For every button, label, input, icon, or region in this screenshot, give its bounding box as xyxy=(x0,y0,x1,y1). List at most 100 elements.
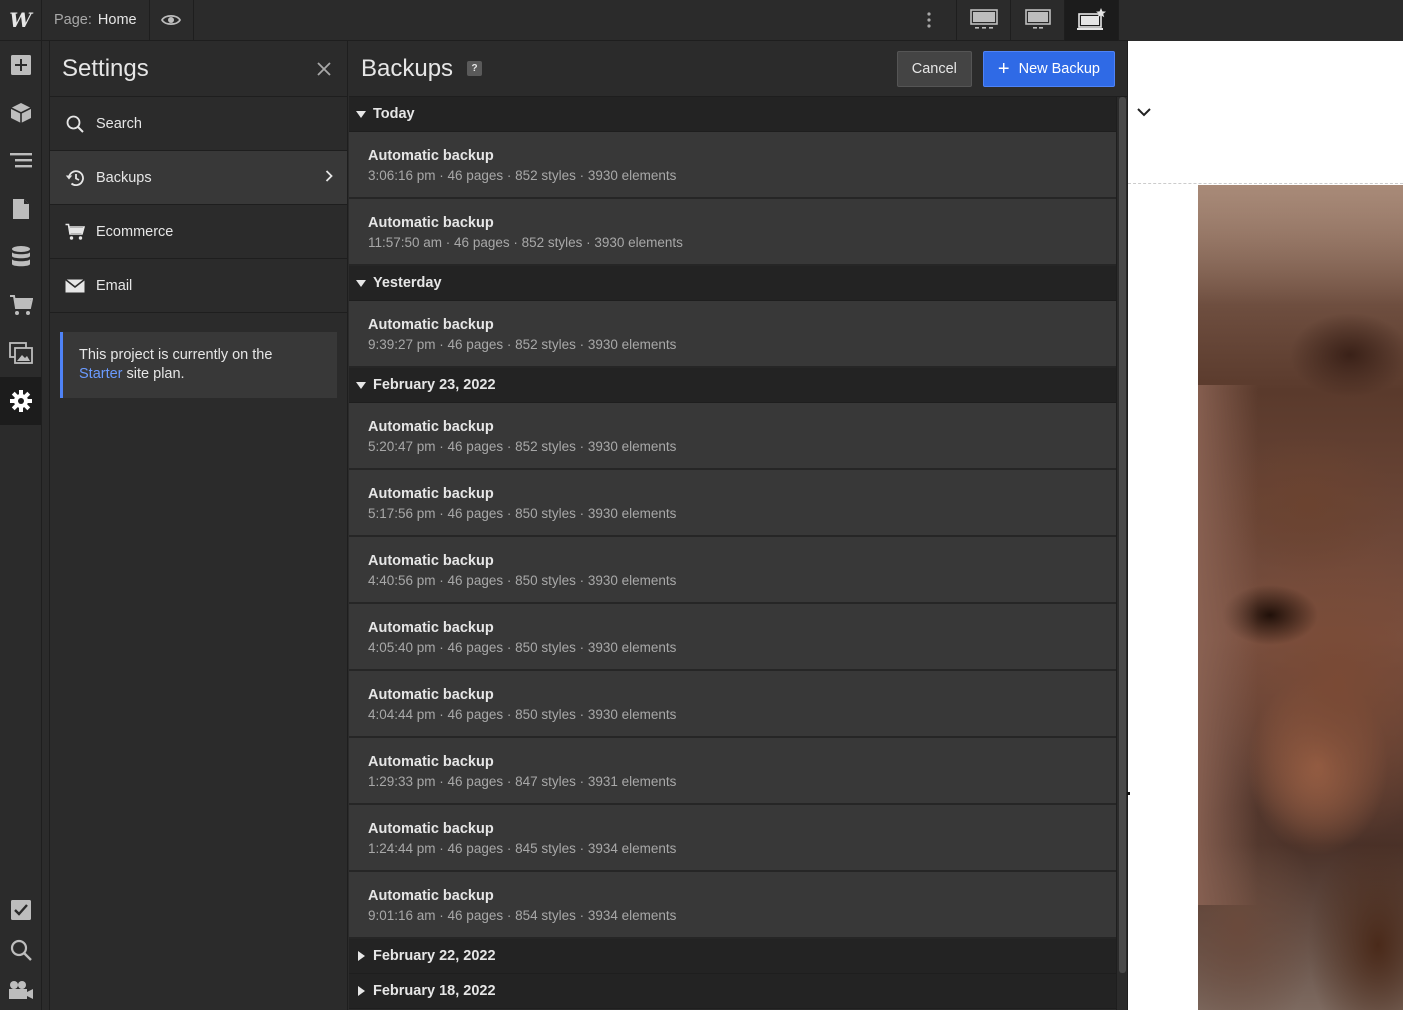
backup-row[interactable]: Automatic backup 5:20:47 pm · 46 pages ·… xyxy=(349,403,1116,470)
starter-plan-link[interactable]: Starter xyxy=(79,366,123,382)
caret-right-icon xyxy=(356,951,366,961)
search-icon[interactable] xyxy=(0,930,41,970)
backup-meta: 4:05:40 pm · 46 pages · 850 styles · 393… xyxy=(368,640,677,655)
site-plan-notice: This project is currently on the Starter… xyxy=(60,332,337,398)
settings-panel: Settings Search Backups Ecommerce Email … xyxy=(50,41,348,1010)
history-icon xyxy=(64,167,86,189)
scrollbar-thumb[interactable] xyxy=(1119,97,1126,973)
rail-bottom-group xyxy=(0,890,41,1010)
settings-nav-backups[interactable]: Backups xyxy=(50,151,347,205)
backup-row[interactable]: Automatic backup 5:17:56 pm · 46 pages ·… xyxy=(349,470,1116,537)
canvas-edge-marker xyxy=(1127,792,1130,795)
hero-photo[interactable] xyxy=(1198,185,1403,1010)
backup-meta: 3:06:16 pm · 46 pages · 852 styles · 393… xyxy=(368,168,677,183)
add-icon[interactable] xyxy=(0,41,41,89)
backup-title: Automatic backup xyxy=(368,215,494,231)
group-header-feb-23[interactable]: February 23, 2022 xyxy=(349,368,1116,403)
settings-nav-label: Backups xyxy=(96,169,152,186)
cart-icon xyxy=(64,221,86,243)
photo-blur-top xyxy=(1198,185,1403,305)
more-options-icon[interactable] xyxy=(902,0,956,41)
plus-icon: + xyxy=(997,57,1010,80)
caret-down-icon xyxy=(356,110,366,118)
video-icon[interactable] xyxy=(0,970,41,1010)
group-label: February 18, 2022 xyxy=(373,983,496,999)
left-icon-rail xyxy=(0,41,42,1010)
group-header-yesterday[interactable]: Yesterday xyxy=(349,266,1116,301)
backup-title: Automatic backup xyxy=(368,821,494,837)
chevron-right-icon xyxy=(325,169,333,186)
backup-title: Automatic backup xyxy=(368,620,494,636)
group-label: Today xyxy=(373,106,415,122)
backup-row[interactable]: Automatic backup 9:39:27 pm · 46 pages ·… xyxy=(349,301,1116,368)
close-icon[interactable] xyxy=(313,58,335,80)
preview-eye-icon[interactable] xyxy=(150,0,194,41)
cancel-button[interactable]: Cancel xyxy=(896,50,972,87)
pages-icon[interactable] xyxy=(0,185,41,233)
backup-title: Automatic backup xyxy=(368,754,494,770)
notice-text-before: This project is currently on the xyxy=(79,347,273,363)
settings-nav-email[interactable]: Email xyxy=(50,259,347,313)
caret-down-icon xyxy=(356,279,366,287)
desktop-medium-icon[interactable] xyxy=(1010,0,1064,41)
help-icon[interactable]: ? xyxy=(467,61,483,76)
photo-left-fade xyxy=(1198,385,1258,905)
backup-row[interactable]: Automatic backup 4:05:40 pm · 46 pages ·… xyxy=(349,604,1116,671)
backup-row[interactable]: Automatic backup 9:01:16 am · 46 pages ·… xyxy=(349,872,1116,939)
settings-header: Settings xyxy=(50,41,347,97)
backup-row[interactable]: Automatic backup 1:24:44 pm · 46 pages ·… xyxy=(349,805,1116,872)
desktop-large-icon[interactable] xyxy=(956,0,1010,41)
settings-nav-label: Search xyxy=(96,115,142,132)
caret-down-icon xyxy=(356,381,366,389)
group-label: Yesterday xyxy=(373,275,442,291)
backup-title: Automatic backup xyxy=(368,687,494,703)
page-selector-value: Home xyxy=(97,12,137,28)
desktop-base-icon[interactable] xyxy=(1064,0,1119,41)
backup-row[interactable]: Automatic backup 3:06:16 pm · 46 pages ·… xyxy=(349,132,1116,199)
backups-list: Today Automatic backup 3:06:16 pm · 46 p… xyxy=(349,97,1116,1010)
backup-meta: 5:20:47 pm · 46 pages · 852 styles · 393… xyxy=(368,439,677,454)
backup-row[interactable]: Automatic backup 1:29:33 pm · 46 pages ·… xyxy=(349,738,1116,805)
backup-row[interactable]: Automatic backup 4:04:44 pm · 46 pages ·… xyxy=(349,671,1116,738)
backup-meta: 11:57:50 am · 46 pages · 852 styles · 39… xyxy=(368,235,683,250)
ecommerce-icon[interactable] xyxy=(0,281,41,329)
new-backup-button[interactable]: + New Backup xyxy=(982,50,1115,87)
assets-icon[interactable] xyxy=(0,329,41,377)
backups-panel: Backups ? Cancel + New Backup Today Auto… xyxy=(349,41,1128,1010)
group-label: February 22, 2022 xyxy=(373,948,496,964)
components-icon[interactable] xyxy=(0,89,41,137)
page-selector[interactable]: Page: Home xyxy=(42,0,150,41)
settings-icon[interactable] xyxy=(0,377,41,425)
settings-nav-label: Ecommerce xyxy=(96,223,174,240)
backup-meta: 4:40:56 pm · 46 pages · 850 styles · 393… xyxy=(368,573,677,588)
backups-header: Backups ? Cancel + New Backup xyxy=(349,41,1127,97)
navigator-icon[interactable] xyxy=(0,137,41,185)
group-header-feb-18[interactable]: February 18, 2022 xyxy=(349,974,1116,1009)
new-backup-label: New Backup xyxy=(1018,60,1100,77)
tasks-icon[interactable] xyxy=(0,890,41,930)
backups-title: Backups xyxy=(361,54,454,82)
backups-scrollbar[interactable] xyxy=(1116,97,1127,1010)
rail-divider xyxy=(42,41,50,1010)
mail-icon xyxy=(64,275,86,297)
settings-nav-search[interactable]: Search xyxy=(50,97,347,151)
cms-icon[interactable] xyxy=(0,233,41,281)
group-header-feb-22[interactable]: February 22, 2022 xyxy=(349,939,1116,974)
backup-title: Automatic backup xyxy=(368,419,494,435)
backup-meta: 4:04:44 pm · 46 pages · 850 styles · 393… xyxy=(368,707,677,722)
backup-title: Automatic backup xyxy=(368,553,494,569)
settings-title: Settings xyxy=(62,54,149,82)
backup-row[interactable]: Automatic backup 4:40:56 pm · 46 pages ·… xyxy=(349,537,1116,604)
canvas-section-divider xyxy=(1128,183,1403,184)
backup-row[interactable]: Automatic backup 11:57:50 am · 46 pages … xyxy=(349,199,1116,266)
webflow-logo[interactable]: W xyxy=(0,0,42,41)
backup-title: Automatic backup xyxy=(368,486,494,502)
backup-meta: 1:29:33 pm · 46 pages · 847 styles · 393… xyxy=(368,774,677,789)
design-canvas[interactable] xyxy=(1128,41,1403,1010)
settings-nav-label: Email xyxy=(96,277,133,294)
settings-nav-ecommerce[interactable]: Ecommerce xyxy=(50,205,347,259)
group-header-today[interactable]: Today xyxy=(349,97,1116,132)
backup-title: Automatic backup xyxy=(368,317,494,333)
chevron-down-icon[interactable] xyxy=(1137,104,1151,122)
backup-meta: 5:17:56 pm · 46 pages · 850 styles · 393… xyxy=(368,506,677,521)
